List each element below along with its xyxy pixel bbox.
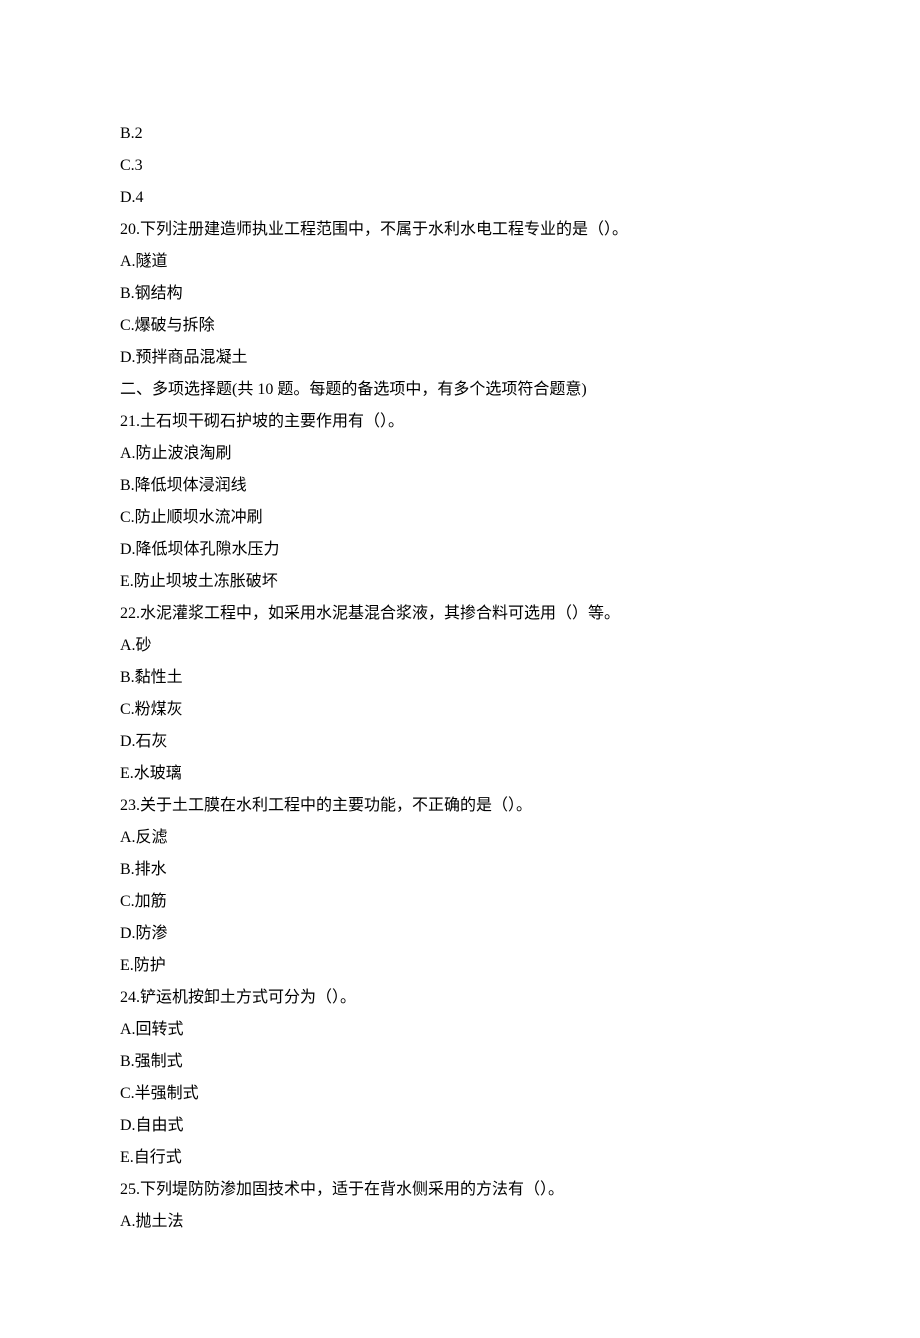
option-22-a: A.砂 [120, 630, 800, 662]
option-21-e: E.防止坝坡土冻胀破坏 [120, 566, 800, 598]
option-23-a: A.反滤 [120, 822, 800, 854]
option-23-e: E.防护 [120, 950, 800, 982]
option-21-d: D.降低坝体孔隙水压力 [120, 534, 800, 566]
option-20-b: B.钢结构 [120, 278, 800, 310]
option-24-e: E.自行式 [120, 1142, 800, 1174]
option-22-b: B.黏性土 [120, 662, 800, 694]
option-20-c: C.爆破与拆除 [120, 310, 800, 342]
option-24-c: C.半强制式 [120, 1078, 800, 1110]
option-23-d: D.防渗 [120, 918, 800, 950]
option-21-a: A.防止波浪淘刷 [120, 438, 800, 470]
option-23-c: C.加筋 [120, 886, 800, 918]
question-21: 21.土石坝干砌石护坡的主要作用有（）。 [120, 406, 800, 438]
question-25: 25.下列堤防防渗加固技术中，适于在背水侧采用的方法有（）。 [120, 1174, 800, 1206]
option-b-2: B.2 [120, 118, 800, 150]
option-22-c: C.粉煤灰 [120, 694, 800, 726]
question-23: 23.关于土工膜在水利工程中的主要功能，不正确的是（）。 [120, 790, 800, 822]
option-20-a: A.隧道 [120, 246, 800, 278]
option-24-b: B.强制式 [120, 1046, 800, 1078]
option-24-a: A.回转式 [120, 1014, 800, 1046]
question-22: 22.水泥灌浆工程中，如采用水泥基混合浆液，其掺合料可选用（）等。 [120, 598, 800, 630]
option-d-4: D.4 [120, 182, 800, 214]
option-c-3: C.3 [120, 150, 800, 182]
option-25-a: A.抛土法 [120, 1206, 800, 1238]
option-20-d: D.预拌商品混凝土 [120, 342, 800, 374]
section-2-heading: 二、多项选择题(共 10 题。每题的备选项中，有多个选项符合题意) [120, 374, 800, 406]
option-22-d: D.石灰 [120, 726, 800, 758]
option-23-b: B.排水 [120, 854, 800, 886]
option-22-e: E.水玻璃 [120, 758, 800, 790]
option-21-c: C.防止顺坝水流冲刷 [120, 502, 800, 534]
option-24-d: D.自由式 [120, 1110, 800, 1142]
question-24: 24.铲运机按卸土方式可分为（）。 [120, 982, 800, 1014]
question-20: 20.下列注册建造师执业工程范围中，不属于水利水电工程专业的是（）。 [120, 214, 800, 246]
option-21-b: B.降低坝体浸润线 [120, 470, 800, 502]
